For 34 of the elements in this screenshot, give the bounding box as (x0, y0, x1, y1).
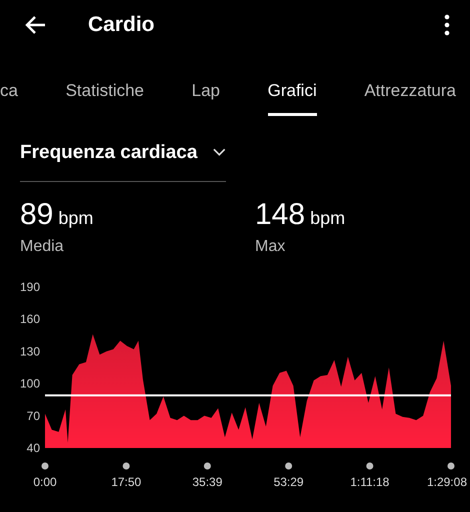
tab[interactable]: Statistiche (66, 58, 144, 116)
stat-label: Max (255, 238, 286, 256)
tick-dot (204, 462, 211, 470)
axis-label: 0:00 (33, 475, 57, 489)
tick-dot (448, 462, 454, 470)
axis-label: 190 (20, 280, 40, 294)
stat-value: 89 (20, 198, 54, 232)
axis-label: 70 (26, 408, 40, 423)
axis-label: 1:29:08 (426, 475, 467, 489)
stat-label: Media (20, 238, 65, 256)
screen-title: Cardio (88, 13, 156, 37)
stat-unit: bpm (58, 208, 94, 229)
axis-label: 1:11:18 (350, 475, 390, 489)
axis-label: 40 (26, 441, 40, 455)
tab[interactable]: Grafici (268, 58, 317, 116)
tick-dot (122, 462, 130, 470)
tick-dot (366, 462, 374, 470)
axis-label: 35:39 (192, 475, 222, 489)
tab[interactable]: Attrezzatura (364, 58, 456, 116)
stat-value: 148 (255, 198, 306, 232)
tab[interactable]: ca (0, 58, 18, 116)
tick-dot (285, 462, 292, 470)
stat-unit: bpm (310, 208, 346, 229)
chevron-down-icon (213, 148, 226, 157)
metric-dropdown[interactable]: Frequenza cardiaca (20, 124, 226, 182)
more-menu-icon[interactable] (444, 14, 450, 36)
axis-label: 17:50 (111, 475, 142, 489)
axis-label: 160 (20, 312, 40, 326)
tab[interactable]: Lap (192, 58, 220, 116)
axis-label: 53:29 (274, 475, 304, 489)
back-arrow-icon[interactable] (24, 15, 46, 35)
axis-label: 130 (20, 344, 40, 358)
axis-label: 100 (20, 376, 40, 391)
tick-dot (42, 462, 48, 470)
